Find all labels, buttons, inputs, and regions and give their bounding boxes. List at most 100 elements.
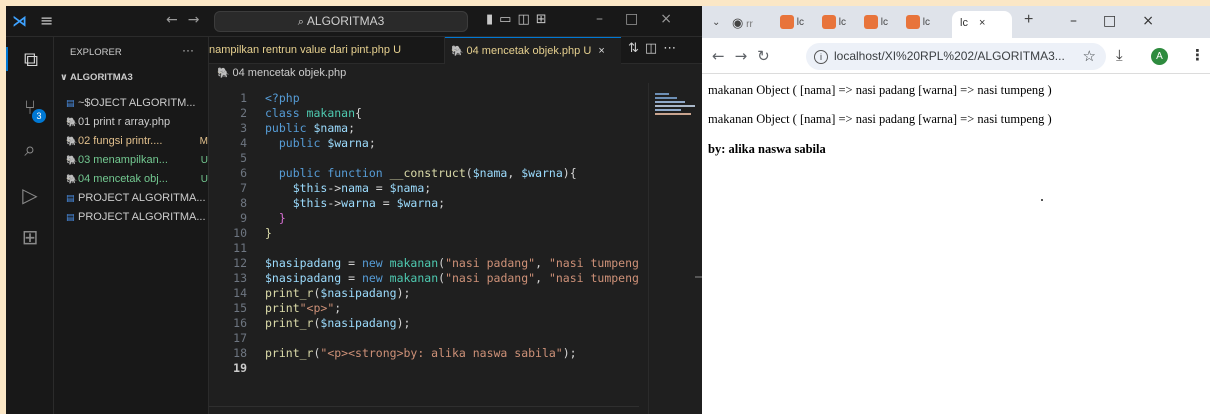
- breadcrumb[interactable]: 🐘 04 mencetak objek.php: [217, 64, 346, 83]
- tab-localhost-2[interactable]: lc: [822, 14, 846, 32]
- search-view-icon[interactable]: ⌕: [6, 137, 54, 161]
- explorer-item[interactable]: ▤ ~$OJECT ALGORITM...: [66, 95, 208, 112]
- tab-github[interactable]: ◉ rr: [732, 14, 753, 32]
- code-token: "<p><strong>by: alika naswa sabila": [320, 346, 563, 360]
- code-token: warna: [341, 196, 376, 210]
- maximize-icon[interactable]: □: [625, 11, 660, 27]
- line-number: 13: [233, 271, 247, 285]
- code-line[interactable]: }: [265, 226, 643, 241]
- explorer-item[interactable]: 🐘04 mencetak obj... U: [66, 171, 208, 188]
- toggle-sidebar-icon[interactable]: ▮: [486, 12, 499, 27]
- chrome-tabstrip: ⌄ ◉ rr lc lc lc lc lc × + –□×: [702, 6, 1210, 38]
- back-arrow-icon[interactable]: ←: [166, 12, 188, 28]
- code-token: ;: [368, 136, 376, 150]
- code-line[interactable]: [265, 151, 643, 166]
- code-line[interactable]: [265, 361, 643, 376]
- close-tab-icon[interactable]: ×: [598, 45, 604, 57]
- maximize-icon[interactable]: □: [1103, 13, 1142, 29]
- more-actions-icon[interactable]: ···: [182, 43, 194, 57]
- tab-localhost-3[interactable]: lc: [864, 14, 888, 32]
- activity-bar: ⧉ ⑂ 3 ⌕ ▷ ⊞: [6, 37, 54, 414]
- back-arrow-icon[interactable]: ←: [712, 47, 735, 65]
- split-editor-icon[interactable]: ◫: [645, 41, 663, 56]
- run-debug-icon[interactable]: ▷: [6, 183, 54, 207]
- workspace-folder[interactable]: ∨ ALGORITMA3: [60, 72, 133, 83]
- toggle-panel-icon[interactable]: ▭: [499, 12, 517, 27]
- close-window-icon[interactable]: ×: [660, 11, 694, 27]
- tab-label: 04 mencetak objek.php: [466, 45, 581, 57]
- command-center-search[interactable]: ⌕ ALGORITMA3: [214, 11, 468, 32]
- code-line[interactable]: [265, 331, 643, 346]
- source-control-icon[interactable]: ⑂: [6, 95, 54, 119]
- code-line[interactable]: public $nama;: [265, 121, 643, 136]
- explorer-item[interactable]: 🐘02 fungsi printr.... M: [66, 133, 208, 150]
- code-content[interactable]: <?php class makanan{public $nama; public …: [265, 91, 643, 376]
- explorer-item[interactable]: 🐘01 print r array.php: [66, 114, 208, 131]
- explorer-item-label: 02 fungsi printr....: [78, 135, 163, 147]
- code-line[interactable]: print_r($nasipadang);: [265, 316, 643, 331]
- download-icon[interactable]: ⤓: [1116, 46, 1123, 64]
- code-token: "nasi padang": [445, 271, 536, 285]
- code-token: "nasi tumpeng: [548, 256, 639, 270]
- toggle-secondary-sidebar-icon[interactable]: ◫: [517, 12, 535, 27]
- tab-menampilkan[interactable]: nampilkan rentrun value dari pint.php U: [209, 37, 445, 64]
- explorer-item[interactable]: ▤ PROJECT ALGORITMA...: [66, 190, 208, 207]
- chrome-window-controls[interactable]: –□×: [1070, 13, 1180, 29]
- address-bar[interactable]: i localhost/XI%20RPL%202/ALGORITMA3... ☆: [806, 43, 1106, 70]
- tab-localhost-4[interactable]: lc: [906, 14, 930, 32]
- profile-avatar[interactable]: A: [1151, 48, 1168, 65]
- code-line[interactable]: <?php: [265, 91, 643, 106]
- code-token: $warna: [327, 136, 369, 150]
- minimize-icon[interactable]: –: [1070, 13, 1103, 29]
- php-file-icon: 🐘: [451, 46, 464, 57]
- code-token: $nasipadang: [320, 286, 397, 300]
- code-line[interactable]: $this->warna = $warna;: [265, 196, 643, 211]
- tab-04-mencetak-objek[interactable]: 🐘 04 mencetak objek.php U ×: [445, 37, 621, 64]
- window-controls[interactable]: –□×: [596, 11, 694, 27]
- minimize-icon[interactable]: –: [596, 11, 625, 27]
- code-line[interactable]: print_r("<p><strong>by: alika naswa sabi…: [265, 346, 643, 361]
- close-window-icon[interactable]: ×: [1142, 13, 1180, 29]
- bookmark-star-icon[interactable]: ☆: [1083, 43, 1096, 70]
- code-line[interactable]: [265, 241, 643, 256]
- new-tab-button[interactable]: +: [1024, 11, 1033, 29]
- code-line[interactable]: }: [265, 211, 643, 226]
- code-editor[interactable]: 1 2 3 4 5 6 7 8 9 10 11 12 13 14 15 16 17 18 19 <?php class…: [209, 83, 702, 414]
- compare-icon[interactable]: ⇅: [628, 41, 645, 56]
- nav-arrows[interactable]: ←→: [166, 12, 209, 28]
- explorer-files-icon[interactable]: ⧉: [6, 47, 54, 71]
- code-line[interactable]: print_r($nasipadang);: [265, 286, 643, 301]
- nav-buttons[interactable]: ←→↻: [712, 47, 780, 65]
- editor-actions[interactable]: ⇅◫⋯: [628, 41, 682, 56]
- code-line[interactable]: $nasipadang = new makanan("nasi padang",…: [265, 256, 643, 271]
- breadcrumb-file: 04 mencetak objek.php: [232, 67, 347, 79]
- code-line[interactable]: $this->nama = $nama;: [265, 181, 643, 196]
- code-line[interactable]: print"<p>";: [265, 301, 643, 316]
- more-icon[interactable]: ⋯: [663, 41, 682, 56]
- tab-search-icon[interactable]: ⌄: [712, 14, 720, 32]
- current-line-highlight: [209, 406, 639, 414]
- explorer-item-label: 04 mencetak obj...: [78, 173, 168, 185]
- forward-arrow-icon[interactable]: →: [188, 12, 210, 28]
- hamburger-menu-icon[interactable]: ≡: [40, 11, 53, 30]
- customize-layout-icon[interactable]: ⊞: [536, 12, 553, 27]
- site-info-icon[interactable]: i: [814, 49, 828, 64]
- close-tab-icon[interactable]: ×: [979, 17, 985, 29]
- code-line[interactable]: $nasipadang = new makanan("nasi padang",…: [265, 271, 643, 286]
- explorer-item[interactable]: 🐘03 menampilkan... U: [66, 152, 208, 169]
- reload-icon[interactable]: ↻: [757, 47, 780, 65]
- chrome-menu-icon[interactable]: ⋮: [1190, 46, 1205, 64]
- code-line[interactable]: class makanan{: [265, 106, 643, 121]
- php-file-icon: 🐘: [66, 155, 78, 165]
- explorer-item[interactable]: ▤ PROJECT ALGORITMA...: [66, 209, 208, 226]
- code-line[interactable]: public function __construct($nama, $warn…: [265, 166, 643, 181]
- extensions-icon[interactable]: ⊞: [6, 225, 54, 249]
- code-token: ->: [327, 196, 342, 210]
- forward-arrow-icon[interactable]: →: [735, 47, 758, 65]
- layout-controls[interactable]: ▮▭◫⊞: [486, 12, 553, 27]
- active-tab[interactable]: lc ×: [952, 11, 1012, 38]
- code-token: {: [355, 106, 362, 120]
- tab-localhost-1[interactable]: lc: [780, 14, 804, 32]
- minimap[interactable]: [648, 83, 702, 414]
- code-line[interactable]: public $warna;: [265, 136, 643, 151]
